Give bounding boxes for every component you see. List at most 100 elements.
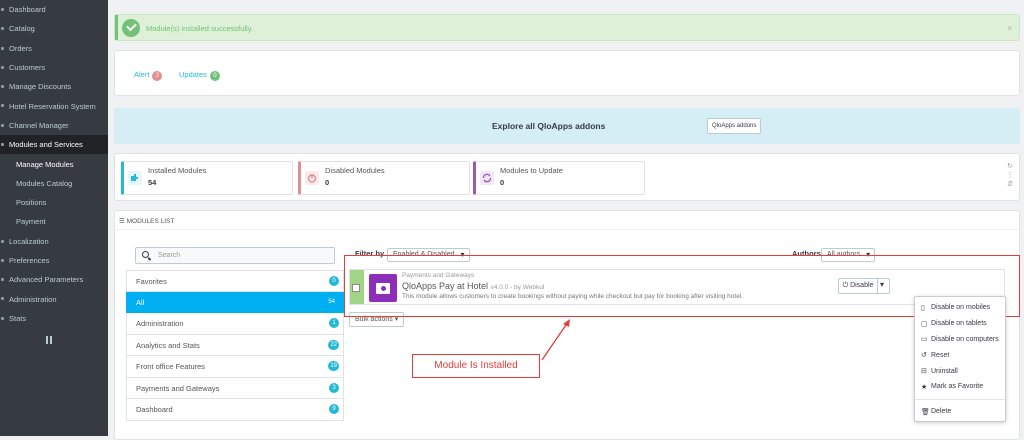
menu-item-label: Disable on mobiles	[931, 304, 991, 312]
minus-icon: ⊟	[921, 368, 927, 376]
category-count: 9	[329, 404, 339, 414]
sidebar-item-channel-manager[interactable]: Channel Manager	[0, 116, 108, 135]
kpi-value: 0	[500, 178, 505, 187]
tab-alert-label: Alert	[134, 70, 150, 79]
category-payments-and-gateways[interactable]: Payments and Gateways 3	[126, 377, 344, 399]
sidebar-item-orders[interactable]: Orders	[0, 39, 108, 58]
modules-list-title: MODULES LIST	[126, 218, 175, 225]
category-name: Dashboard	[136, 405, 173, 414]
star-icon: ★	[921, 383, 928, 391]
category-count: 54	[328, 298, 335, 305]
alert-count-badge: 2	[152, 71, 163, 81]
category-name: All	[136, 297, 145, 307]
alert-accent-bar	[115, 15, 118, 40]
power-icon	[305, 171, 319, 185]
check-circle-icon	[122, 19, 140, 37]
sidebar-item-dashboard[interactable]: Dashboard	[0, 0, 108, 19]
sidebar-item-advanced-parameters[interactable]: Advanced Parameters	[0, 270, 108, 289]
tab-alert[interactable]: Alert 2	[134, 70, 163, 81]
kpi-panel: Installed Modules 54 Disabled Modules 0 …	[114, 153, 1020, 201]
category-front-office-features[interactable]: Front office Features 19	[126, 356, 344, 378]
close-icon[interactable]: ×	[1007, 24, 1012, 33]
refresh-icon	[480, 171, 494, 185]
tab-updates[interactable]: Updates 0	[179, 70, 220, 81]
category-name: Analytics and Stats	[136, 340, 200, 350]
kpi-disabled-modules: Disabled Modules 0	[298, 161, 470, 195]
category-count: 0	[329, 276, 339, 286]
sidebar-item-manage-discounts[interactable]: Manage Discounts	[0, 77, 108, 96]
kpi-value: 54	[148, 178, 157, 187]
category-count: 19	[328, 361, 339, 371]
kpi-value: 0	[325, 178, 330, 187]
sidebar-item-customers[interactable]: Customers	[0, 58, 108, 77]
sidebar-subitem-payment[interactable]: Payment	[0, 212, 108, 231]
kpi-installed-modules: Installed Modules 54	[121, 161, 293, 195]
category-name: Administration	[136, 319, 184, 328]
qloapps-addons-button[interactable]: QloApps addons	[707, 118, 762, 134]
kpi-label: Modules to Update	[500, 166, 563, 175]
sidebar: Dashboard Catalog Orders Customers Manag…	[0, 0, 108, 436]
category-name: Payments and Gateways	[136, 383, 220, 393]
kpi-modules-to-update: Modules to Update 0	[473, 161, 645, 195]
menu-item-reset[interactable]: ↺ Reset	[915, 347, 1005, 363]
menu-item-label: Uninstall	[931, 367, 958, 375]
explore-text: Explore all QloApps addons	[492, 121, 606, 131]
search-icon	[142, 251, 149, 258]
sidebar-item-modules-and-services[interactable]: Modules and Services	[0, 135, 108, 155]
category-administration[interactable]: Administration 1	[126, 313, 344, 335]
menu-item-disable-on-tablets[interactable]: ▢ Disable on tablets	[915, 316, 1005, 332]
category-dashboard[interactable]: Dashboard 9	[126, 399, 344, 421]
bulk-actions-label: Bulk actions	[355, 316, 393, 323]
menu-item-uninstall[interactable]: ⊟ Uninstall	[915, 363, 1005, 379]
kpi-label: Installed Modules	[148, 166, 207, 175]
sidebar-item-catalog[interactable]: Catalog	[0, 19, 108, 38]
tab-updates-label: Updates	[179, 70, 207, 79]
sidebar-item-localization[interactable]: Localization	[0, 232, 108, 251]
desktop-icon: ▭	[921, 336, 928, 344]
menu-item-mark-as-favorite[interactable]: ★ Mark as Favorite	[915, 379, 1005, 395]
menu-item-label: Mark as Favorite	[931, 383, 984, 391]
notifications-panel: Alert 2 Updates 0	[114, 50, 1020, 96]
puzzle-icon	[128, 171, 142, 185]
menu-item-delete[interactable]: 🗑 Delete	[915, 404, 1005, 420]
sidebar-item-hotel-reservation-system[interactable]: Hotel Reservation System	[0, 96, 108, 115]
heading-divider	[115, 229, 1019, 230]
undo-icon: ↺	[921, 352, 927, 360]
annotation-arrow	[541, 319, 570, 361]
modules-list-heading: ☰ MODULES LIST	[119, 218, 175, 225]
sidebar-subitem-manage-modules[interactable]: Manage Modules	[0, 154, 108, 173]
sidebar-subitem-positions[interactable]: Positions	[0, 193, 108, 212]
sidebar-item-preferences[interactable]: Preferences	[0, 251, 108, 270]
category-analytics-and-stats[interactable]: Analytics and Stats 22	[126, 334, 344, 356]
updates-count-badge: 0	[209, 71, 220, 81]
search-placeholder: Search	[158, 252, 181, 259]
expand-icon[interactable]: ⇵	[1005, 180, 1015, 189]
success-alert: Module(s) installed successfully. ×	[114, 14, 1020, 41]
more-icon[interactable]: ⋮	[1005, 171, 1015, 180]
mobile-icon: ▯	[921, 304, 925, 312]
alert-message: Module(s) installed successfully.	[146, 24, 253, 33]
menu-divider	[915, 398, 1005, 400]
category-favorites[interactable]: Favorites 0	[126, 270, 344, 292]
kpi-label: Disabled Modules	[325, 166, 385, 175]
sidebar-item-administration[interactable]: Administration	[0, 289, 108, 308]
module-actions-menu: ▯ Disable on mobiles ▢ Disable on tablets …	[914, 296, 1006, 422]
sidebar-item-stats[interactable]: Stats	[0, 309, 108, 328]
category-count: 22	[328, 339, 339, 350]
search-input[interactable]: Search	[135, 247, 335, 264]
collapse-sidebar-icon[interactable]	[46, 336, 52, 344]
kpi-toolbar: ↻ ⋮ ⇵	[1005, 162, 1015, 189]
tablet-icon: ▢	[921, 320, 928, 328]
category-all[interactable]: All 54	[126, 291, 344, 313]
menu-item-label: Delete	[931, 408, 952, 416]
refresh-kpi-icon[interactable]: ↻	[1005, 162, 1015, 171]
sidebar-subitem-modules-catalog[interactable]: Modules Catalog	[0, 174, 108, 193]
menu-item-label: Disable on computers	[931, 335, 999, 343]
menu-item-label: Reset	[931, 351, 950, 359]
category-count: 1	[329, 318, 339, 328]
annotation-label: Module Is Installed	[412, 354, 540, 378]
trash-icon: 🗑	[921, 408, 930, 416]
category-name: Front office Features	[136, 362, 206, 371]
menu-item-disable-on-computers[interactable]: ▭ Disable on computers	[915, 332, 1005, 348]
menu-item-disable-on-mobiles[interactable]: ▯ Disable on mobiles	[915, 300, 1005, 316]
